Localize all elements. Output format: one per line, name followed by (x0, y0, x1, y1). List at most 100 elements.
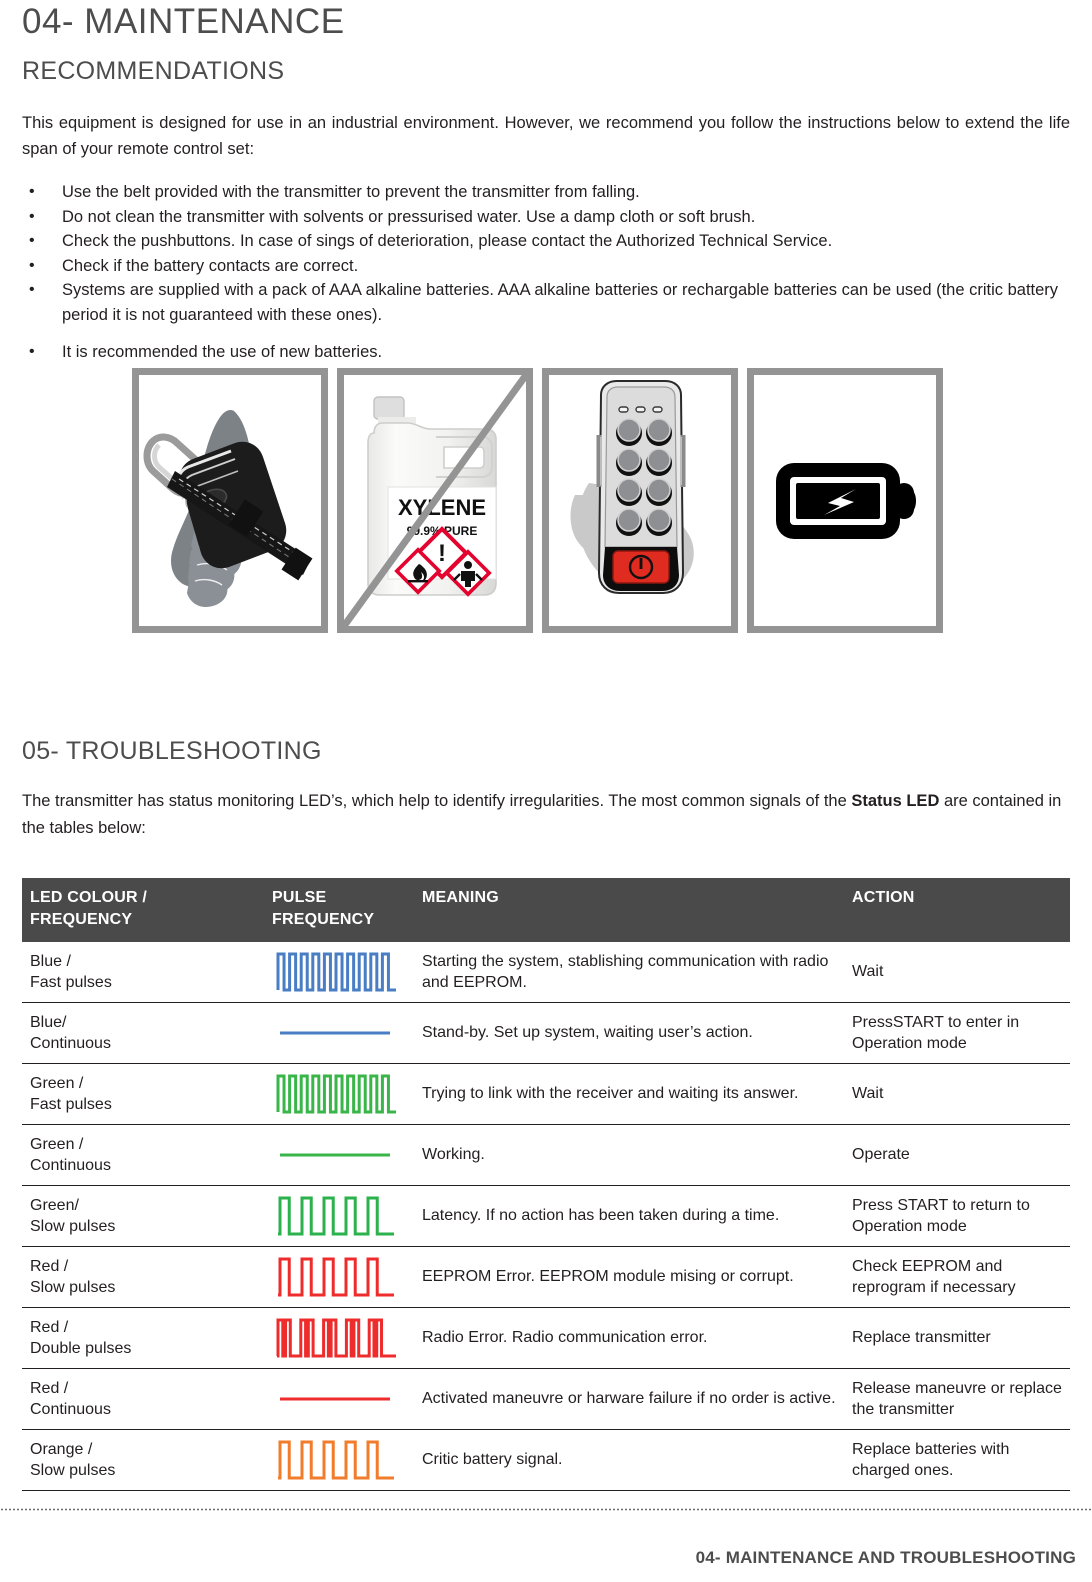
led-colour-line1: Green / (30, 1074, 84, 1092)
footer-label: 04- MAINTENANCE AND TROUBLESHOOTING (695, 1548, 1076, 1567)
cell-pulse-waveform (272, 1368, 422, 1430)
column-header-meaning: MEANING (422, 878, 852, 942)
cell-pulse-waveform (272, 1246, 422, 1308)
table-header-row: LED COLOUR / FREQUENCY PULSE FREQUENCY M… (22, 878, 1070, 942)
cell-action: PressSTART to enter in Operation mode (852, 1002, 1070, 1064)
led-colour-line2: Double pulses (30, 1340, 132, 1357)
section-title-troubleshooting: 05- TROUBLESHOOTING (22, 737, 322, 765)
figure-battery-icon (747, 368, 943, 633)
column-header-pulse-frequency: PULSE FREQUENCY (272, 878, 422, 942)
troubleshooting-section: 05- TROUBLESHOOTING The transmitter has … (22, 736, 1070, 842)
solvent-container-icon: XYLENE 99.9% PURE ! (367, 396, 497, 597)
pulse-waveform-continuous (280, 1031, 390, 1035)
cell-pulse-waveform (272, 1002, 422, 1064)
led-colour-line2: Slow pulses (30, 1218, 116, 1235)
led-colour-line2: Fast pulses (30, 1096, 112, 1113)
led-status-table: LED COLOUR / FREQUENCY PULSE FREQUENCY M… (22, 878, 1070, 1491)
svg-text:!: ! (438, 540, 446, 567)
pulse-waveform-fast (276, 952, 396, 992)
figure-transmitter-pushbuttons (542, 368, 738, 633)
led-colour-line2: Slow pulses (30, 1462, 116, 1479)
list-item: • Check the pushbuttons. In case of sing… (22, 229, 1070, 254)
cell-led-colour: Orange / Slow pulses (22, 1429, 272, 1491)
column-header-pulse-line1: PULSE (272, 889, 327, 906)
page-title: 04- MAINTENANCE (22, 2, 345, 41)
cell-action: Operate (852, 1124, 1070, 1186)
table-body: Blue / Fast pulses Starting the system, … (22, 942, 1070, 1491)
list-item-text: Check if the battery contacts are correc… (62, 256, 359, 275)
bullet-glyph: • (29, 343, 35, 360)
recommendations-bullet-list: • Use the belt provided with the transmi… (22, 162, 1070, 365)
pulse-waveform-fast (276, 1074, 396, 1114)
cell-action: Press START to return to Operation mode (852, 1185, 1070, 1247)
figure-xylene-solvent-container: XYLENE 99.9% PURE ! (337, 368, 533, 633)
pulse-waveform-slow (278, 1440, 394, 1480)
recommendations-figure-row: XYLENE 99.9% PURE ! (132, 368, 962, 633)
table-row: Red / Double pulses Radio Error. Radio c… (22, 1307, 1070, 1369)
cell-meaning: Stand-by. Set up system, waiting user’s … (422, 1002, 852, 1064)
bullet-glyph: • (29, 256, 35, 274)
led-colour-line1: Red / (30, 1318, 69, 1336)
cell-led-colour: Blue/ Continuous (22, 1002, 272, 1064)
led-colour-line2: Continuous (30, 1401, 111, 1418)
table-row: Green/ Slow pulses Latency. If no action… (22, 1185, 1070, 1247)
pulse-waveform-continuous (280, 1397, 390, 1401)
led-colour-line1: Green/ (30, 1196, 79, 1214)
section-title-recommendations: RECOMMENDATIONS (22, 57, 285, 85)
table-header: LED COLOUR / FREQUENCY PULSE FREQUENCY M… (22, 878, 1070, 942)
cell-meaning: Activated maneuvre or harware failure if… (422, 1368, 852, 1430)
battery-icon (776, 463, 916, 539)
cell-meaning: Critic battery signal. (422, 1429, 852, 1491)
recommendations-intro: This equipment is designed for use in an… (22, 114, 1070, 158)
cell-meaning: Latency. If no action has been taken dur… (422, 1185, 852, 1247)
table-row: Green / Fast pulses Trying to link with … (22, 1063, 1070, 1125)
table-row: Blue/ Continuous Stand-by. Set up system… (22, 1002, 1070, 1064)
cell-action: Check EEPROM and reprogram if necessary (852, 1246, 1070, 1308)
hand-transmitter-belt-icon (143, 409, 313, 607)
list-item: • Do not clean the transmitter with solv… (22, 205, 1070, 230)
xylene-label-text: XYLENE (398, 495, 486, 520)
pulse-waveform-slow (278, 1257, 394, 1297)
column-header-led-colour-line2: FREQUENCY (30, 911, 133, 928)
cell-pulse-waveform (272, 1429, 422, 1491)
bullet-glyph: • (29, 281, 35, 298)
pulse-waveform-slow (278, 1196, 394, 1236)
led-colour-line2: Slow pulses (30, 1279, 116, 1296)
led-colour-line1: Red / (30, 1379, 69, 1397)
list-item-text: Do not clean the transmitter with solven… (62, 207, 756, 226)
list-item-text: Check the pushbuttons. In case of sings … (62, 232, 833, 250)
pulse-waveform-continuous (280, 1153, 390, 1157)
cell-pulse-waveform (272, 1185, 422, 1247)
list-item: • It is recommended the use of new batte… (22, 340, 1070, 365)
bullet-glyph: • (29, 183, 35, 200)
status-led-label: Status LED (851, 792, 940, 810)
cell-meaning: Starting the system, stablishing communi… (422, 942, 852, 1003)
list-item-text: Use the belt provided with the transmitt… (62, 183, 640, 201)
bullet-glyph: • (29, 232, 35, 249)
led-colour-line1: Green / (30, 1135, 84, 1153)
led-colour-line2: Continuous (30, 1157, 111, 1174)
cell-pulse-waveform (272, 1063, 422, 1125)
figure-hand-holding-transmitter-with-belt (132, 368, 328, 633)
led-colour-line1: Blue / (30, 952, 71, 970)
cell-action: Replace batteries with charged ones. (852, 1429, 1070, 1491)
pulse-waveform-double (276, 1318, 396, 1358)
list-item: • Check if the battery contacts are corr… (22, 254, 1070, 279)
bullet-glyph: • (29, 207, 35, 225)
list-item: • Use the belt provided with the transmi… (22, 180, 1070, 205)
column-header-pulse-line2: FREQUENCY (272, 911, 375, 928)
troubleshooting-intro-part1: The transmitter has status monitoring LE… (22, 792, 852, 810)
cell-action: Wait (852, 1063, 1070, 1125)
cell-led-colour: Red / Double pulses (22, 1307, 272, 1369)
led-colour-line2: Continuous (30, 1035, 111, 1052)
led-colour-line1: Red / (30, 1257, 69, 1275)
led-colour-line1: Orange / (30, 1440, 93, 1458)
cell-led-colour: Green/ Slow pulses (22, 1185, 272, 1247)
led-colour-line2: Fast pulses (30, 974, 112, 991)
table-row: Orange / Slow pulses Critic battery sign… (22, 1429, 1070, 1491)
column-header-led-colour: LED COLOUR / FREQUENCY (22, 878, 272, 942)
list-item-text: Systems are supplied with a pack of AAA … (62, 281, 1059, 324)
table-row: Green / Continuous Working. Operate (22, 1124, 1070, 1186)
cell-led-colour: Green / Continuous (22, 1124, 272, 1186)
troubleshooting-intro: The transmitter has status monitoring LE… (22, 766, 1070, 842)
